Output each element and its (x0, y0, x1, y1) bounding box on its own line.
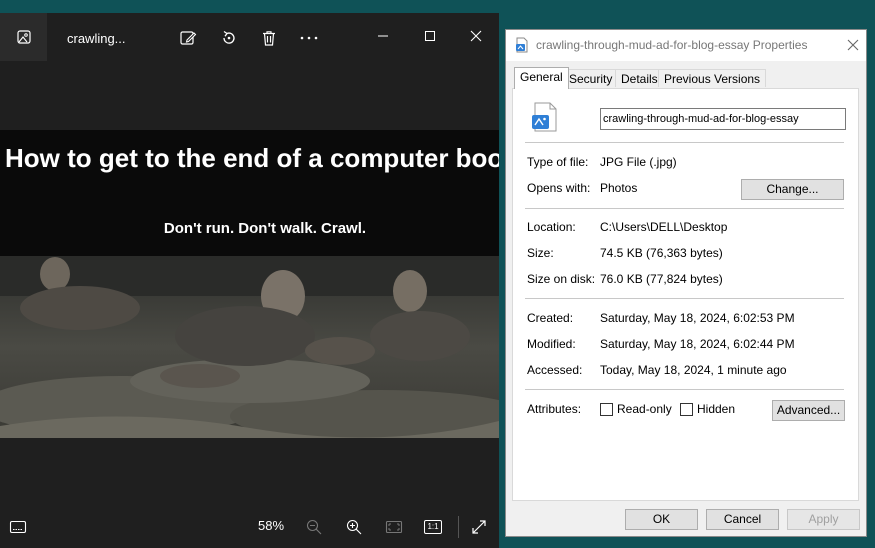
edit-image-icon[interactable] (177, 27, 199, 49)
jpg-file-icon (529, 101, 561, 133)
size-on-disk-value: 76.0 KB (77,824 bytes) (600, 272, 723, 286)
readonly-label: Read-only (617, 402, 672, 416)
filmstrip-icon[interactable] (6, 515, 30, 539)
advanced-button[interactable]: Advanced... (772, 400, 845, 421)
readonly-checkbox-box[interactable] (600, 402, 613, 416)
ok-button[interactable]: OK (625, 509, 698, 530)
type-value: JPG File (.jpg) (600, 155, 677, 169)
actual-size-icon[interactable]: 1:1 (421, 515, 445, 539)
tab-security[interactable]: Security (563, 69, 619, 87)
close-icon[interactable] (461, 21, 491, 51)
modified-value: Saturday, May 18, 2024, 6:02:44 PM (600, 337, 795, 351)
more-options-icon[interactable] (298, 27, 320, 49)
viewer-bottombar: 58% 1:1 (0, 507, 499, 548)
opens-with-value: Photos (600, 181, 638, 195)
divider (525, 298, 844, 299)
minimize-icon[interactable] (368, 21, 398, 51)
dialog-titlebar: crawling-through-mud-ad-for-blog-essay P… (506, 30, 866, 61)
image-subline: Don't run. Don't walk. Crawl. (163, 220, 367, 237)
delete-icon[interactable] (258, 27, 280, 49)
displayed-image: How to get to the end of a computer book… (0, 130, 499, 438)
file-name-field[interactable] (600, 108, 846, 130)
viewer-title: crawling... (67, 31, 126, 46)
tab-previous-versions[interactable]: Previous Versions (658, 69, 767, 87)
apply-button[interactable]: Apply (787, 509, 860, 530)
hidden-label: Hidden (697, 402, 736, 416)
mud-crawl-photo (0, 256, 499, 438)
location-label: Location: (527, 220, 576, 234)
general-tab-panel: Type of file: JPG File (.jpg) Opens with… (512, 88, 859, 501)
accessed-value: Today, May 18, 2024, 1 minute ago (600, 363, 787, 377)
maximize-icon[interactable] (415, 21, 445, 51)
bottombar-divider (458, 516, 459, 538)
cancel-button[interactable]: Cancel (706, 509, 779, 530)
size-label: Size: (527, 246, 554, 260)
opens-with-label: Opens with: (527, 181, 591, 195)
zoom-out-icon[interactable] (302, 515, 326, 539)
size-value: 74.5 KB (76,363 bytes) (600, 246, 723, 260)
size-on-disk-label: Size on disk: (527, 272, 596, 286)
created-value: Saturday, May 18, 2024, 6:02:53 PM (600, 311, 795, 325)
hidden-checkbox[interactable]: Hidden (680, 402, 735, 416)
photos-viewer-window: crawling... How to get to the end of a c… (0, 13, 499, 548)
fit-to-window-icon[interactable] (382, 515, 406, 539)
divider (525, 142, 844, 143)
properties-dialog: crawling-through-mud-ad-for-blog-essay P… (505, 29, 867, 537)
change-button[interactable]: Change... (741, 179, 844, 200)
hidden-checkbox-box[interactable] (680, 402, 693, 416)
divider (525, 208, 844, 209)
fullscreen-icon[interactable] (467, 515, 491, 539)
tab-general[interactable]: General (514, 67, 569, 89)
created-label: Created: (527, 311, 574, 325)
dialog-close-icon[interactable] (842, 34, 864, 56)
image-headline: How to get to the end of a computer book… (5, 143, 499, 173)
attributes-label: Attributes: (527, 402, 582, 416)
modified-label: Modified: (527, 337, 576, 351)
dialog-title: crawling-through-mud-ad-for-blog-essay P… (536, 38, 808, 52)
zoom-in-icon[interactable] (342, 515, 366, 539)
type-label: Type of file: (527, 155, 589, 169)
accessed-label: Accessed: (527, 363, 583, 377)
zoom-level: 58% (258, 518, 285, 533)
jpg-file-small-icon (514, 37, 530, 56)
actual-size-label: 1:1 (424, 520, 442, 534)
rotate-icon[interactable] (218, 27, 240, 49)
readonly-checkbox[interactable]: Read-only (600, 402, 672, 416)
viewer-titlebar: crawling... (0, 13, 499, 61)
location-value: C:\Users\DELL\Desktop (600, 220, 728, 234)
photos-app-icon[interactable] (0, 13, 47, 61)
divider (525, 389, 844, 390)
tab-details[interactable]: Details (615, 69, 664, 87)
